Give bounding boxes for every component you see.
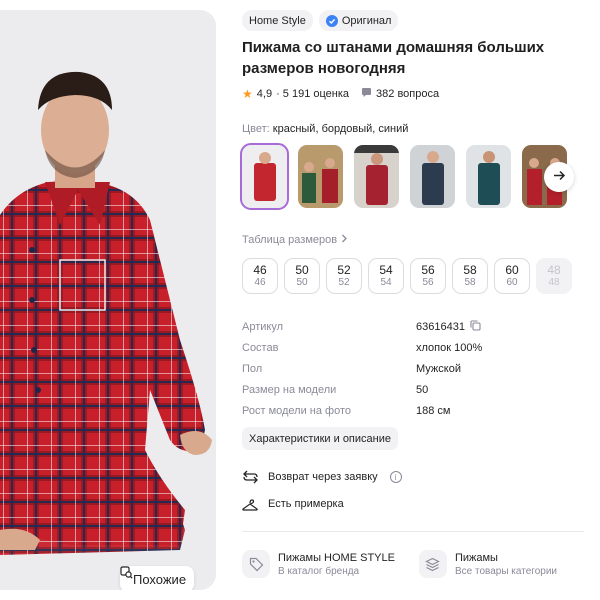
layers-icon [418, 550, 447, 578]
spec-value-text: Мужской [416, 362, 461, 375]
badges: Home Style Оригинал [242, 10, 399, 31]
spec-value-text: 63616431 [416, 320, 465, 333]
color-thumb-1[interactable] [240, 143, 289, 210]
size-option[interactable]: 60 60 [494, 258, 530, 294]
product-photo[interactable]: Похожие [0, 10, 216, 590]
size-table-label: Таблица размеров [242, 234, 338, 246]
thumbs-next-button[interactable] [544, 162, 574, 192]
color-thumb-2[interactable] [298, 145, 343, 208]
size-table-link[interactable]: Таблица размеров [242, 234, 348, 246]
questions-count: 382 вопроса [376, 88, 440, 100]
color-label-key: Цвет: [242, 123, 270, 135]
product-title: Пижама со штанами домашняя больших разме… [242, 39, 545, 77]
return-feature[interactable]: Возврат через заявку i [242, 469, 402, 485]
fitting-feature: Есть примерка [242, 496, 344, 512]
original-label: Оригинал [341, 14, 392, 27]
spec-value: 188 см [416, 405, 450, 417]
category-title: Пижамы [454, 551, 498, 564]
spec-row: Состав хлопок 100% [242, 337, 587, 358]
arrow-right-icon [553, 169, 566, 186]
brand-badge[interactable]: Home Style [242, 10, 313, 31]
size-intl: 50 [296, 277, 308, 288]
size-selector: 46 46 50 50 52 52 54 54 56 56 58 58 60 60 48 48 [242, 258, 572, 294]
size-intl: 60 [506, 277, 518, 288]
spec-key: Артикул [242, 320, 284, 333]
size-option[interactable]: 58 58 [452, 258, 488, 294]
size-option: 48 48 [536, 258, 572, 294]
return-icon [242, 469, 258, 485]
spec-row: Рост модели на фото 188 см [242, 400, 587, 421]
catalog-cards: Пижамы HOME STYLE В каталог бренда Пижам… [242, 550, 557, 578]
size-ru: 52 [337, 263, 351, 277]
size-ru: 48 [547, 263, 561, 277]
chevron-right-icon [341, 234, 348, 246]
size-option[interactable]: 54 54 [368, 258, 404, 294]
brand-name: Home Style [249, 14, 306, 27]
size-ru: 56 [421, 263, 435, 277]
color-thumb-5[interactable] [466, 145, 511, 208]
return-label: Возврат через заявку [268, 471, 378, 483]
spec-value: Мужской [416, 363, 461, 375]
size-ru: 60 [505, 263, 519, 277]
check-icon [325, 14, 338, 27]
spec-value-text: 50 [416, 383, 429, 396]
spec-value-text: 188 см [416, 404, 451, 417]
copy-icon[interactable] [470, 319, 481, 334]
color-value: красный, бордовый, синий [272, 123, 409, 135]
category-subtitle: Все товары категории [454, 565, 557, 577]
star-icon: ★ [242, 87, 253, 101]
questions-link[interactable]: 382 вопроса [361, 87, 439, 101]
question-icon [361, 87, 372, 101]
spec-key: Рост модели на фото [242, 404, 352, 417]
color-thumb-4[interactable] [410, 145, 455, 208]
spec-key: Размер на модели [242, 383, 337, 396]
details-button[interactable]: Характеристики и описание [242, 427, 398, 450]
spec-value: 50 [416, 384, 428, 396]
similar-button[interactable]: Похожие [120, 566, 195, 590]
size-option[interactable]: 50 50 [284, 258, 320, 294]
size-option[interactable]: 46 46 [242, 258, 278, 294]
pajama-model-image [0, 10, 216, 590]
spec-row: Артикул 63616431 [242, 316, 587, 337]
size-intl: 52 [338, 277, 350, 288]
brand-catalog-subtitle: В каталог бренда [278, 565, 360, 577]
color-label: Цвет: красный, бордовый, синий [242, 123, 408, 135]
info-icon[interactable]: i [389, 471, 402, 483]
brand-catalog-title: Пижамы HOME STYLE [278, 551, 395, 564]
size-ru: 50 [295, 263, 309, 277]
original-badge[interactable]: Оригинал [318, 10, 399, 31]
size-intl: 48 [548, 277, 560, 288]
category-card[interactable]: Пижамы Все товары категории [418, 550, 557, 578]
spec-value: 63616431 [416, 319, 481, 334]
color-thumb-3[interactable] [354, 145, 399, 208]
spec-key: Состав [242, 341, 279, 354]
spec-value: хлопок 100% [416, 342, 482, 354]
spec-key: Пол [242, 362, 263, 375]
size-intl: 46 [254, 277, 266, 288]
size-ru: 46 [253, 263, 267, 277]
size-option[interactable]: 56 56 [410, 258, 446, 294]
divider [242, 531, 584, 532]
brand-catalog-card[interactable]: Пижамы HOME STYLE В каталог бренда [242, 550, 395, 578]
size-intl: 54 [380, 277, 392, 288]
spec-value-text: хлопок 100% [416, 341, 483, 354]
hanger-icon [242, 496, 258, 512]
specs-table: Артикул 63616431 Состав хлопок 100% Пол Мужск… [242, 316, 587, 421]
similar-label: Похожие [133, 571, 187, 587]
size-option[interactable]: 52 52 [326, 258, 362, 294]
size-intl: 56 [422, 277, 434, 288]
size-ru: 58 [463, 263, 477, 277]
rating-row[interactable]: ★ 4,9 · 5 191 оценка 382 вопроса [242, 87, 439, 101]
size-intl: 58 [464, 277, 476, 288]
spec-row: Размер на модели 50 [242, 379, 587, 400]
tag-icon [242, 550, 270, 578]
rating-score: 4,9 [256, 88, 273, 100]
spec-row: Пол Мужской [242, 358, 587, 379]
color-thumbnails [240, 143, 567, 210]
fitting-label: Есть примерка [268, 498, 344, 510]
size-ru: 54 [379, 263, 393, 277]
rating-reviews: · 5 191 оценка [276, 88, 350, 100]
